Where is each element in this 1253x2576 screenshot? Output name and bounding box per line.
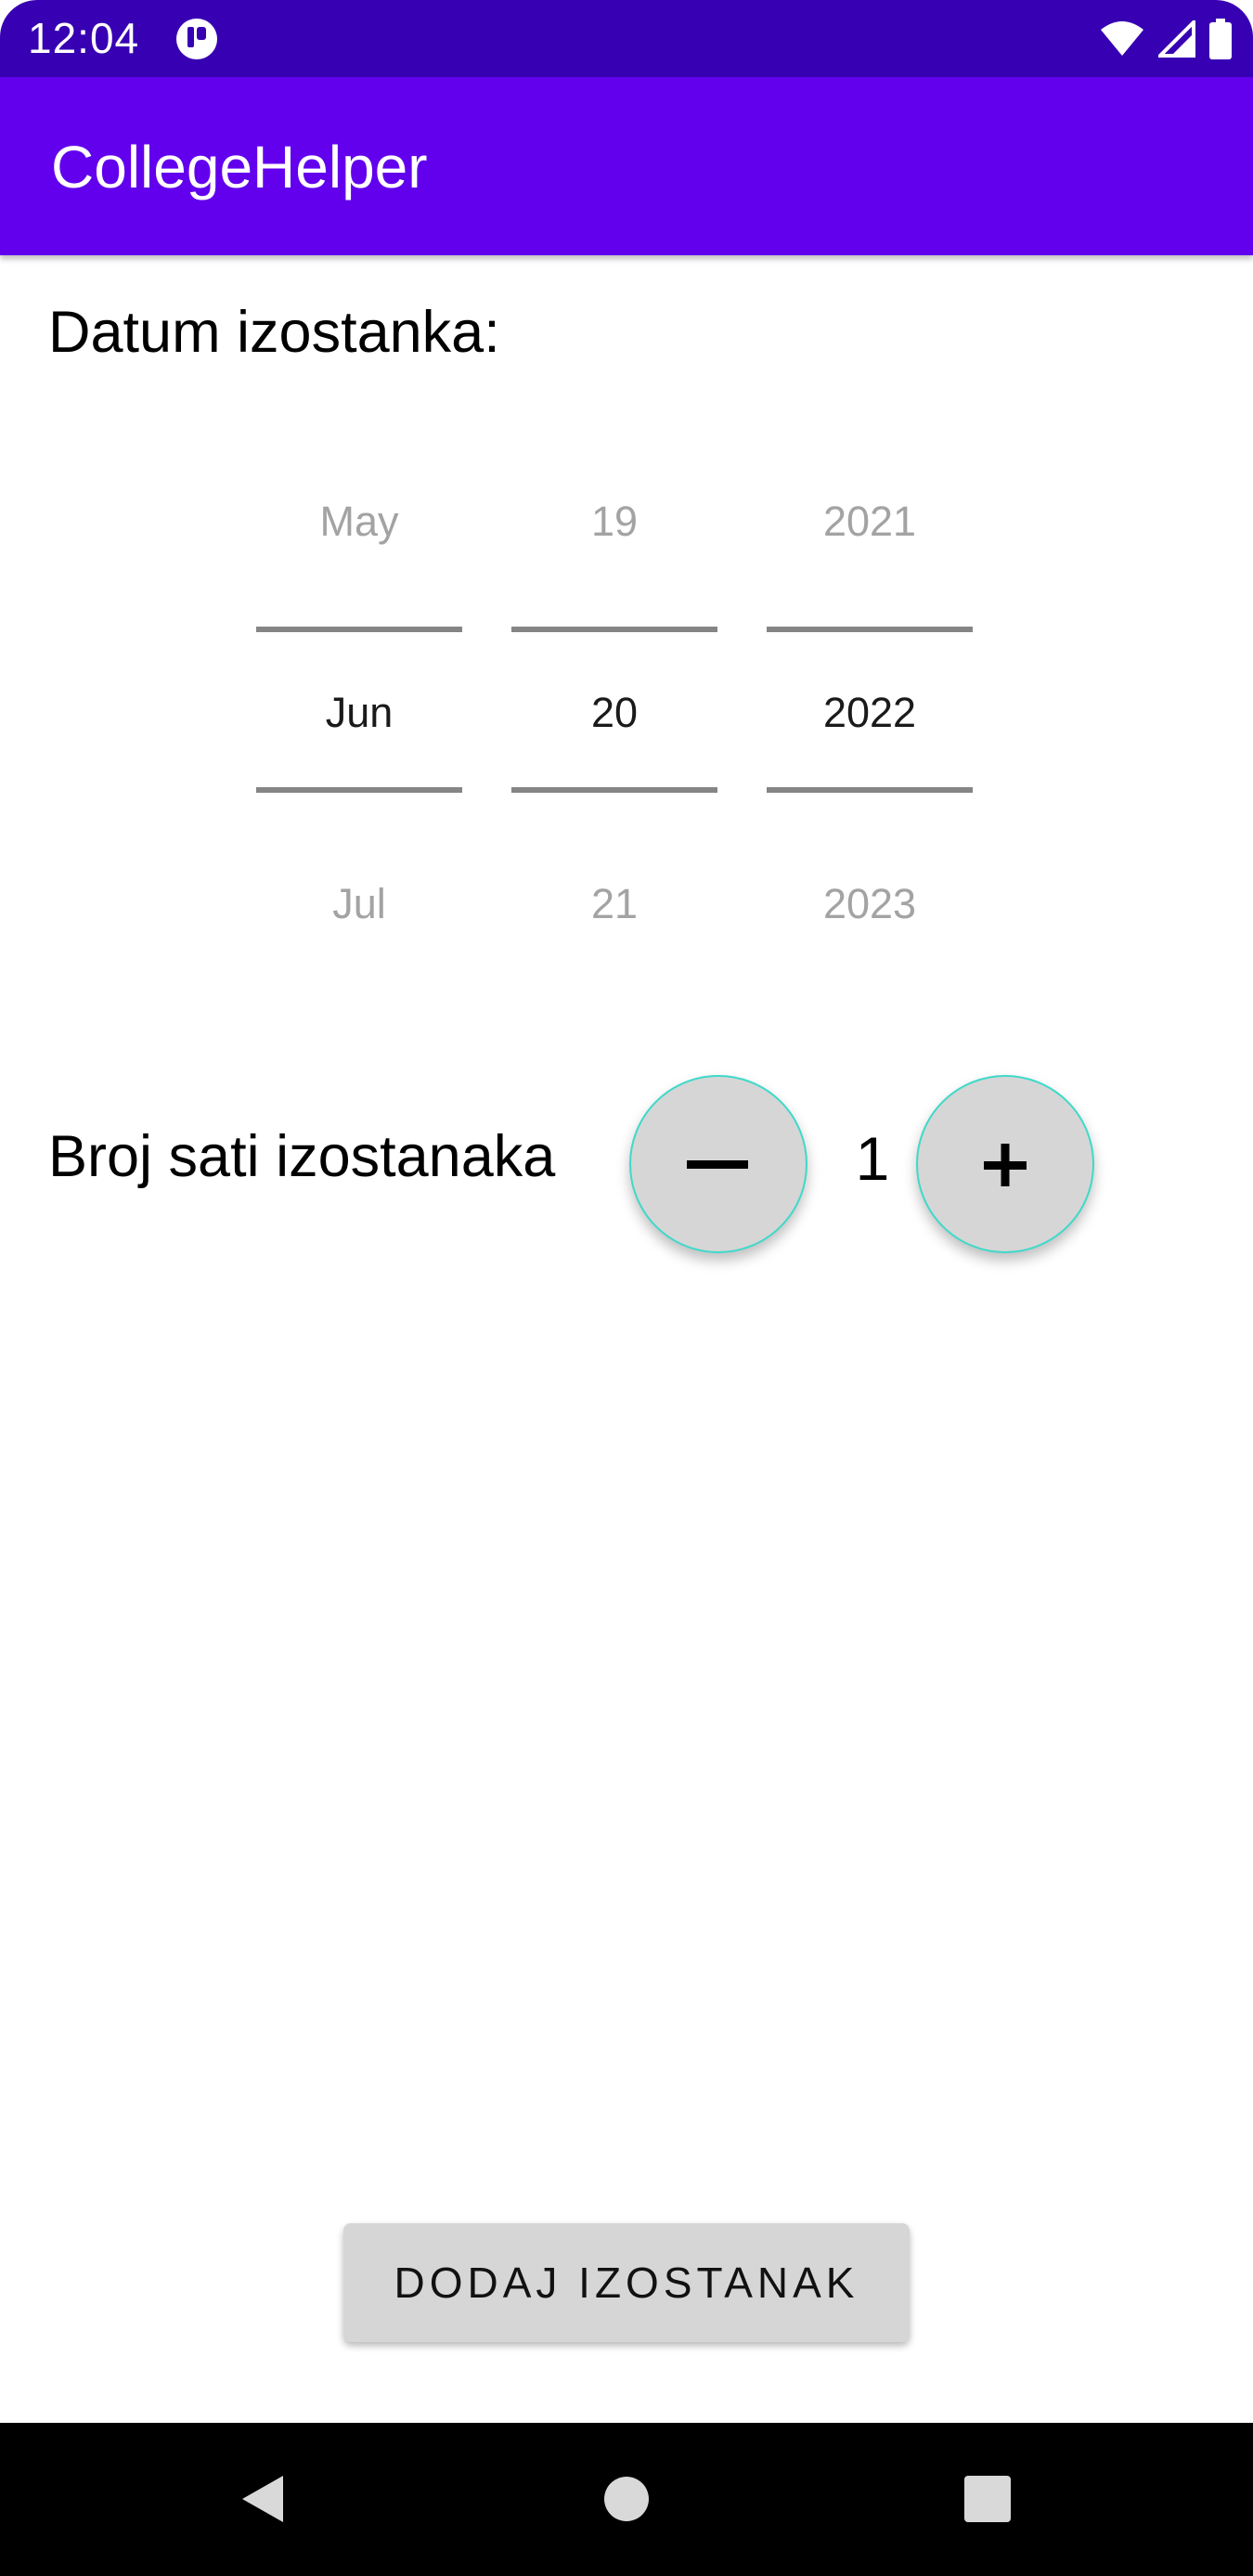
picker-divider [511, 627, 717, 632]
status-bar: 12:04 [0, 0, 1253, 77]
day-selected[interactable]: 20 [511, 689, 717, 737]
year-prev[interactable]: 2021 [767, 498, 973, 546]
home-icon[interactable] [601, 2473, 652, 2525]
minus-icon [687, 1160, 748, 1169]
app-bar: CollegeHelper [0, 77, 1253, 255]
picker-divider [256, 627, 462, 632]
month-selected[interactable]: Jun [256, 689, 462, 737]
increment-button[interactable] [916, 1075, 1094, 1253]
year-picker[interactable]: 2021 2022 2023 [767, 446, 973, 965]
day-prev[interactable]: 19 [511, 498, 717, 546]
day-next[interactable]: 21 [511, 880, 717, 928]
add-absence-button[interactable]: DODAJ IZOSTANAK [343, 2223, 910, 2342]
date-label: Datum izostanka: [48, 300, 500, 365]
picker-divider [767, 787, 973, 793]
month-prev[interactable]: May [256, 498, 462, 546]
battery-icon [1209, 19, 1232, 59]
month-picker[interactable]: May Jun Jul [256, 446, 462, 965]
picker-divider [511, 787, 717, 793]
back-icon[interactable] [235, 2471, 291, 2527]
status-icons [1099, 17, 1233, 61]
wifi-icon [1101, 21, 1143, 56]
picker-divider [256, 787, 462, 793]
year-next[interactable]: 2023 [767, 880, 973, 928]
app-title: CollegeHelper [51, 134, 428, 201]
hours-count: 1 [855, 1124, 890, 1193]
month-next[interactable]: Jul [256, 880, 462, 928]
year-selected[interactable]: 2022 [767, 689, 973, 737]
day-picker[interactable]: 19 20 21 [511, 446, 717, 965]
picker-divider [767, 627, 973, 632]
signal-icon [1158, 20, 1195, 58]
navigation-bar [0, 2423, 1253, 2576]
hours-label: Broj sati izostanaka [48, 1124, 556, 1189]
recents-icon[interactable] [962, 2473, 1014, 2525]
decrement-button[interactable] [629, 1075, 807, 1253]
app-notification-icon [176, 19, 217, 59]
plus-icon [984, 1144, 1027, 1186]
status-time: 12:04 [28, 14, 140, 62]
